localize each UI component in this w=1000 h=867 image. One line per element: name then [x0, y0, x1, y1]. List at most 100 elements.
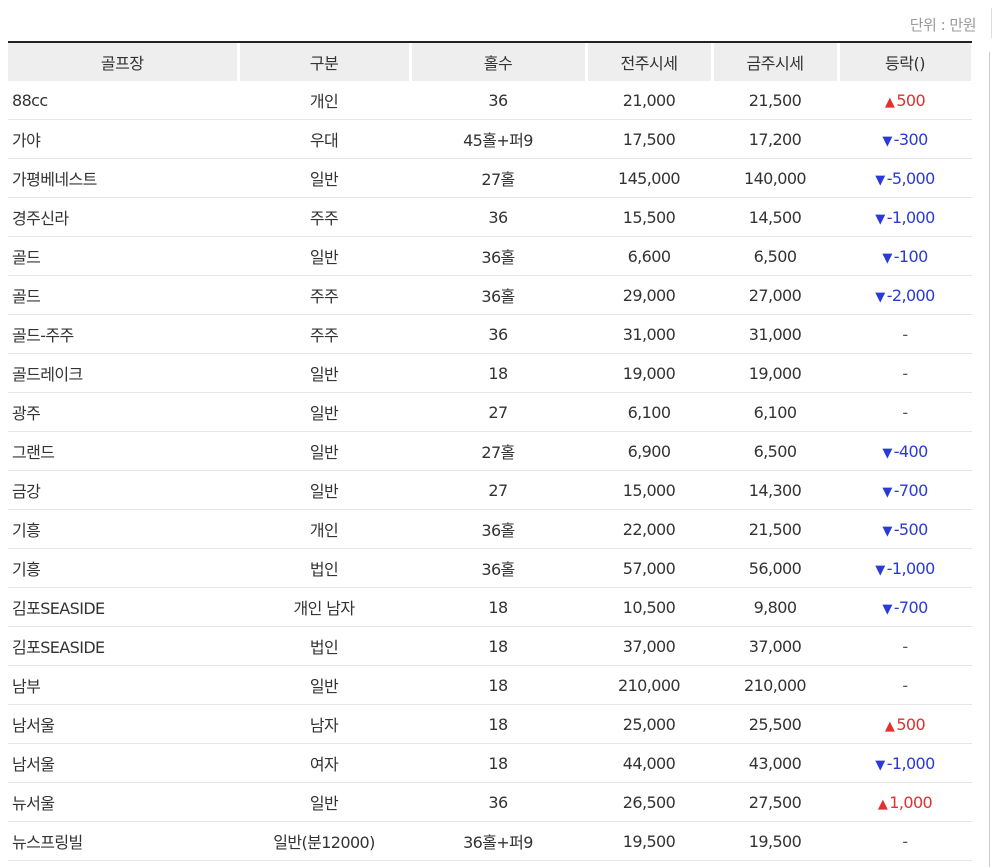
change-cell: - [838, 392, 972, 432]
this-week-price-cell: 6,100 [712, 392, 838, 432]
change-value: -2,000 [886, 285, 936, 305]
this-week-price-cell: 43,000 [712, 743, 838, 783]
golf-course-cell: 가평베네스트 [8, 158, 238, 198]
table-row: 김포SEASIDE 개인 남자 18 10,500 9,800 ▼ -700 [8, 587, 972, 627]
change-cell: ▲ 500 [838, 704, 972, 744]
table-header: 골프장 구분 홀수 전주시세 금주시세 등락() [8, 43, 974, 81]
prev-week-price-cell: 17,500 [586, 119, 712, 159]
change-indicator: - [902, 676, 908, 695]
prev-week-price-cell: 15,000 [586, 470, 712, 510]
golf-course-cell: 골드레이크 [8, 353, 238, 393]
triangle-down-icon: ▼ [882, 445, 892, 461]
triangle-up-icon: ▲ [884, 94, 895, 110]
change-cell: ▼ -300 [838, 119, 972, 159]
golf-course-cell: 김포SEASIDE [8, 626, 238, 666]
category-cell: 일반 [238, 392, 410, 432]
triangle-down-icon: ▼ [882, 484, 892, 500]
change-cell: ▼ -1,000 [838, 197, 972, 237]
golf-course-cell: 남서울 [8, 743, 238, 783]
header-prev-week-price: 전주시세 [584, 43, 714, 81]
category-cell: 개인 [238, 81, 410, 120]
this-week-price-cell: 27,500 [712, 782, 838, 822]
this-week-price-cell: 140,000 [712, 158, 838, 198]
change-cell: ▼ -1,000 [838, 743, 972, 783]
change-value: -700 [893, 597, 929, 617]
change-value: 500 [896, 90, 926, 110]
holes-cell: 18 [410, 587, 586, 627]
change-indicator: ▼ -1,000 [875, 558, 936, 578]
category-cell: 여자 [238, 743, 410, 783]
category-cell: 법인 [238, 626, 410, 666]
triangle-down-icon: ▼ [882, 523, 892, 539]
change-value: -700 [893, 480, 929, 500]
header-golf-course: 골프장 [8, 43, 240, 81]
table-row: 골드레이크 일반 18 19,000 19,000- [8, 353, 972, 393]
category-cell: 일반(분12000) [238, 821, 410, 861]
golf-course-cell: 남서울 [8, 704, 238, 744]
category-cell: 개인 남자 [238, 587, 410, 627]
table-row: 골드 주주 36홀 29,000 27,000 ▼ -2,000 [8, 275, 972, 315]
prev-week-price-cell: 145,000 [586, 158, 712, 198]
change-indicator: ▼ -300 [882, 130, 928, 149]
change-value: -400 [893, 441, 929, 461]
change-cell: ▼ -400 [838, 431, 972, 471]
change-indicator: ▲ 500 [884, 90, 926, 110]
divider [991, 8, 992, 38]
this-week-price-cell: 56,000 [712, 548, 838, 588]
category-cell: 개인 [238, 509, 410, 549]
table-row: 남서울 여자 18 44,000 43,000 ▼ -1,000 [8, 743, 972, 783]
prev-week-price-cell: 6,100 [586, 392, 712, 432]
prev-week-price-cell: 210,000 [586, 665, 712, 705]
table-row: 광주 일반 27 6,100 6,100- [8, 392, 972, 432]
change-value: -5,000 [886, 168, 936, 188]
golf-course-cell: 88cc [8, 81, 238, 120]
golf-course-cell: 경주신라 [8, 197, 238, 237]
golf-course-cell: 골드 [8, 275, 238, 315]
holes-cell: 18 [410, 626, 586, 666]
this-week-price-cell: 6,500 [712, 431, 838, 471]
table-row: 경주신라 주주 36 15,500 14,500 ▼ -1,000 [8, 197, 972, 237]
holes-cell: 27홀 [410, 158, 586, 198]
holes-cell: 45홀+퍼9 [410, 119, 586, 159]
holes-cell: 36홀 [410, 509, 586, 549]
change-cell: - [838, 314, 972, 354]
table-row: 골드-주주 주주 36 31,000 31,000- [8, 314, 972, 354]
table-row: 뉴스프링빌 일반(분12000) 36홀+퍼9 19,500 19,500- [8, 821, 972, 861]
triangle-down-icon: ▼ [875, 172, 885, 188]
holes-cell: 18 [410, 743, 586, 783]
change-indicator: - [902, 402, 908, 422]
holes-cell: 36홀 [410, 236, 586, 276]
triangle-up-icon: ▲ [884, 718, 895, 734]
holes-cell: 36 [410, 782, 586, 822]
holes-cell: 36홀 [410, 275, 586, 315]
change-indicator: ▼ -1,000 [875, 208, 935, 227]
header-this-week-price: 금주시세 [710, 43, 840, 81]
table-row: 가평베네스트 일반 27홀 145,000 140,000 ▼ -5,000 [8, 158, 972, 198]
prev-week-price-cell: 15,500 [586, 197, 712, 237]
table-row: 남부 일반 18 210,000 210,000- [8, 665, 972, 705]
header-category: 구분 [236, 43, 412, 81]
triangle-down-icon: ▼ [882, 250, 892, 266]
header-change: 등락() [836, 43, 974, 81]
change-cell: - [838, 821, 972, 861]
table-body: 88cc 개인 36 21,000 21,500 ▲ 500 가야 우대 45홀+퍼9 17,500… [8, 81, 972, 861]
category-cell: 일반 [238, 236, 410, 276]
this-week-price-cell: 19,000 [712, 353, 838, 393]
this-week-price-cell: 37,000 [712, 626, 838, 666]
change-value: -1,000 [886, 558, 936, 578]
table-row: 금강 일반 27 15,000 14,300 ▼ -700 [8, 470, 972, 510]
this-week-price-cell: 27,000 [712, 275, 838, 315]
golf-course-cell: 가야 [8, 119, 238, 159]
change-cell: ▼ -2,000 [838, 275, 972, 315]
change-value: - [902, 402, 908, 422]
holes-cell: 18 [410, 665, 586, 705]
holes-cell: 36 [410, 197, 586, 237]
change-value: - [902, 636, 908, 656]
change-cell: - [838, 665, 972, 705]
change-indicator: ▼ -500 [882, 519, 929, 539]
scrollbar-track[interactable] [989, 52, 990, 867]
holes-cell: 27 [410, 470, 586, 510]
change-cell: ▼ -1,000 [838, 548, 972, 588]
change-value: -500 [893, 519, 929, 539]
change-value: 500 [896, 714, 926, 734]
